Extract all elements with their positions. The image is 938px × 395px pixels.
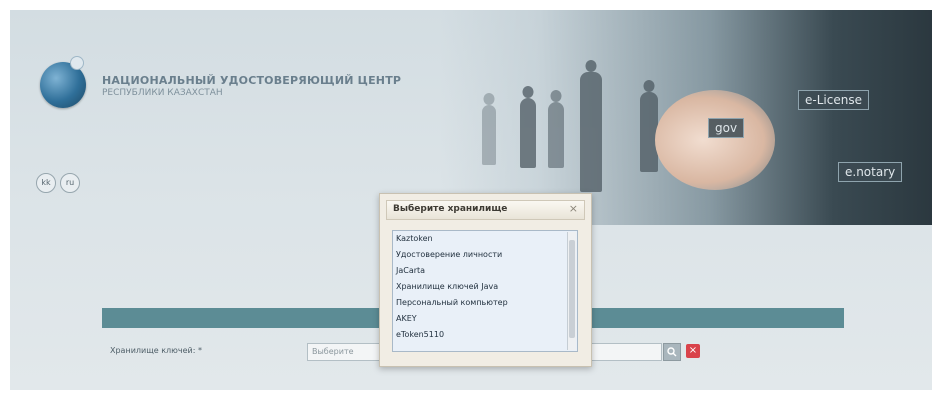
list-item[interactable]: Kaztoken <box>396 234 433 243</box>
store-listbox[interactable]: Kaztoken Удостоверение личности JaCarta … <box>392 230 578 352</box>
list-item[interactable]: Удостоверение личности <box>396 250 502 259</box>
listbox-scrollbar[interactable] <box>567 232 576 350</box>
banner-person <box>548 90 564 168</box>
select-store-dialog: Выберите хранилище × Kaztoken Удостовере… <box>379 193 592 367</box>
list-item[interactable]: Персональный компьютер <box>396 298 508 307</box>
close-icon[interactable]: × <box>569 202 578 215</box>
search-icon <box>667 347 677 357</box>
scrollbar-thumb[interactable] <box>569 240 575 338</box>
list-item[interactable]: Хранилище ключей Java <box>396 282 498 291</box>
banner-tile-gov: gov <box>708 118 745 138</box>
page-background: НАЦИОНАЛЬНЫЙ УДОСТОВЕРЯЮЩИЙ ЦЕНТР РЕСПУБ… <box>10 10 932 390</box>
lang-button-ru[interactable]: ru <box>60 173 80 193</box>
banner-person <box>520 86 536 168</box>
org-subtitle: РЕСПУБЛИКИ КАЗАХСТАН <box>102 88 223 98</box>
list-item[interactable]: AKEY <box>396 314 417 323</box>
nuc-logo <box>40 56 86 108</box>
list-item[interactable]: eToken5110 <box>396 330 444 339</box>
browse-store-button[interactable] <box>663 343 681 361</box>
clear-store-button[interactable]: × <box>686 344 700 358</box>
banner-person <box>580 60 602 192</box>
banner-tile-elicense: e-License <box>798 90 869 110</box>
list-item[interactable]: JaCarta <box>396 266 425 275</box>
banner-person <box>482 93 496 165</box>
org-title: НАЦИОНАЛЬНЫЙ УДОСТОВЕРЯЮЩИЙ ЦЕНТР <box>102 74 402 87</box>
dialog-titlebar: Выберите хранилище × <box>386 200 585 220</box>
banner-tile-enotary: e.notary <box>838 162 903 182</box>
banner-hand-image <box>655 90 775 190</box>
dialog-title: Выберите хранилище <box>393 204 508 214</box>
key-store-label: Хранилище ключей: * <box>110 346 202 355</box>
lang-button-kk[interactable]: kk <box>36 173 56 193</box>
